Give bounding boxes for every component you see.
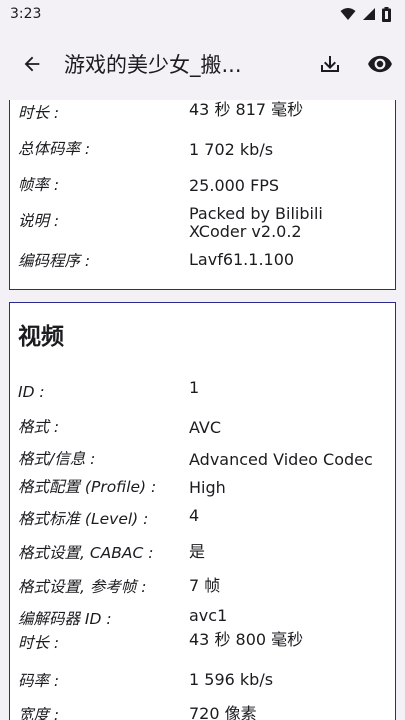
media-info-content[interactable]: 时长 : 43 秒 817 毫秒 总体码率 : 1 702 kb/s 帧率 : …	[0, 100, 405, 720]
row-label: 格式 :	[18, 418, 60, 436]
row-label: 说明 :	[18, 212, 60, 230]
row-value: 720 像素	[189, 704, 257, 720]
video-section-card: 视频 ID : 1 格式 : AVC 格式/信息 : Advanced Vide…	[9, 302, 396, 720]
row-label: 帧率 :	[18, 176, 60, 194]
row-label: 编码程序 :	[18, 252, 91, 270]
eye-icon	[368, 55, 392, 73]
back-button[interactable]	[0, 28, 64, 100]
row-label: 总体码率 :	[18, 140, 91, 158]
row-label: 格式设置, CABAC :	[18, 544, 154, 562]
status-time: 3:23	[10, 6, 42, 22]
wifi-icon	[340, 8, 356, 20]
signal-icon	[363, 8, 375, 20]
row-value: 1 702 kb/s	[189, 140, 274, 159]
row-value: 是	[189, 542, 206, 561]
status-bar: 3:23	[0, 0, 405, 28]
row-value: Advanced Video Codec	[189, 450, 373, 469]
row-value: 1 596 kb/s	[189, 670, 274, 689]
row-label: 码率 :	[18, 672, 60, 690]
row-value: avc1	[189, 606, 228, 625]
row-label: 时长 :	[18, 104, 60, 122]
page-title: 游戏的美少女_搬...	[64, 53, 242, 77]
row-label: 格式设置, 参考帧 :	[18, 578, 147, 596]
row-value: 43 秒 800 毫秒	[189, 630, 304, 649]
row-value: 1	[189, 378, 200, 397]
row-label: 时长 :	[18, 634, 60, 652]
row-value: Packed by Bilibili XCoder v2.0.2	[189, 204, 323, 241]
row-value: AVC	[189, 418, 222, 437]
app-bar: 游戏的美少女_搬...	[0, 28, 405, 100]
row-value: 25.000 FPS	[189, 176, 280, 195]
row-label: 宽度 :	[18, 706, 60, 720]
row-label: 格式标准 (Level) :	[18, 510, 149, 528]
row-label: ID :	[18, 383, 45, 401]
download-button[interactable]	[305, 28, 355, 100]
row-label: 编解码器 ID :	[18, 610, 112, 628]
view-button[interactable]	[355, 28, 405, 100]
row-value: High	[189, 478, 226, 497]
download-icon	[321, 56, 339, 72]
status-icons	[340, 6, 391, 22]
arrow-back-icon	[24, 56, 40, 72]
row-label: 格式配置 (Profile) :	[18, 478, 157, 496]
row-value: Lavf61.1.100	[189, 250, 295, 269]
row-value: 43 秒 817 毫秒	[189, 100, 304, 119]
battery-icon	[382, 6, 391, 22]
general-section-card: 时长 : 43 秒 817 毫秒 总体码率 : 1 702 kb/s 帧率 : …	[9, 100, 396, 290]
section-title: 视频	[18, 324, 64, 350]
row-label: 格式/信息 :	[18, 450, 96, 468]
row-value: 7 帧	[189, 576, 221, 595]
row-value: 4	[189, 506, 200, 525]
